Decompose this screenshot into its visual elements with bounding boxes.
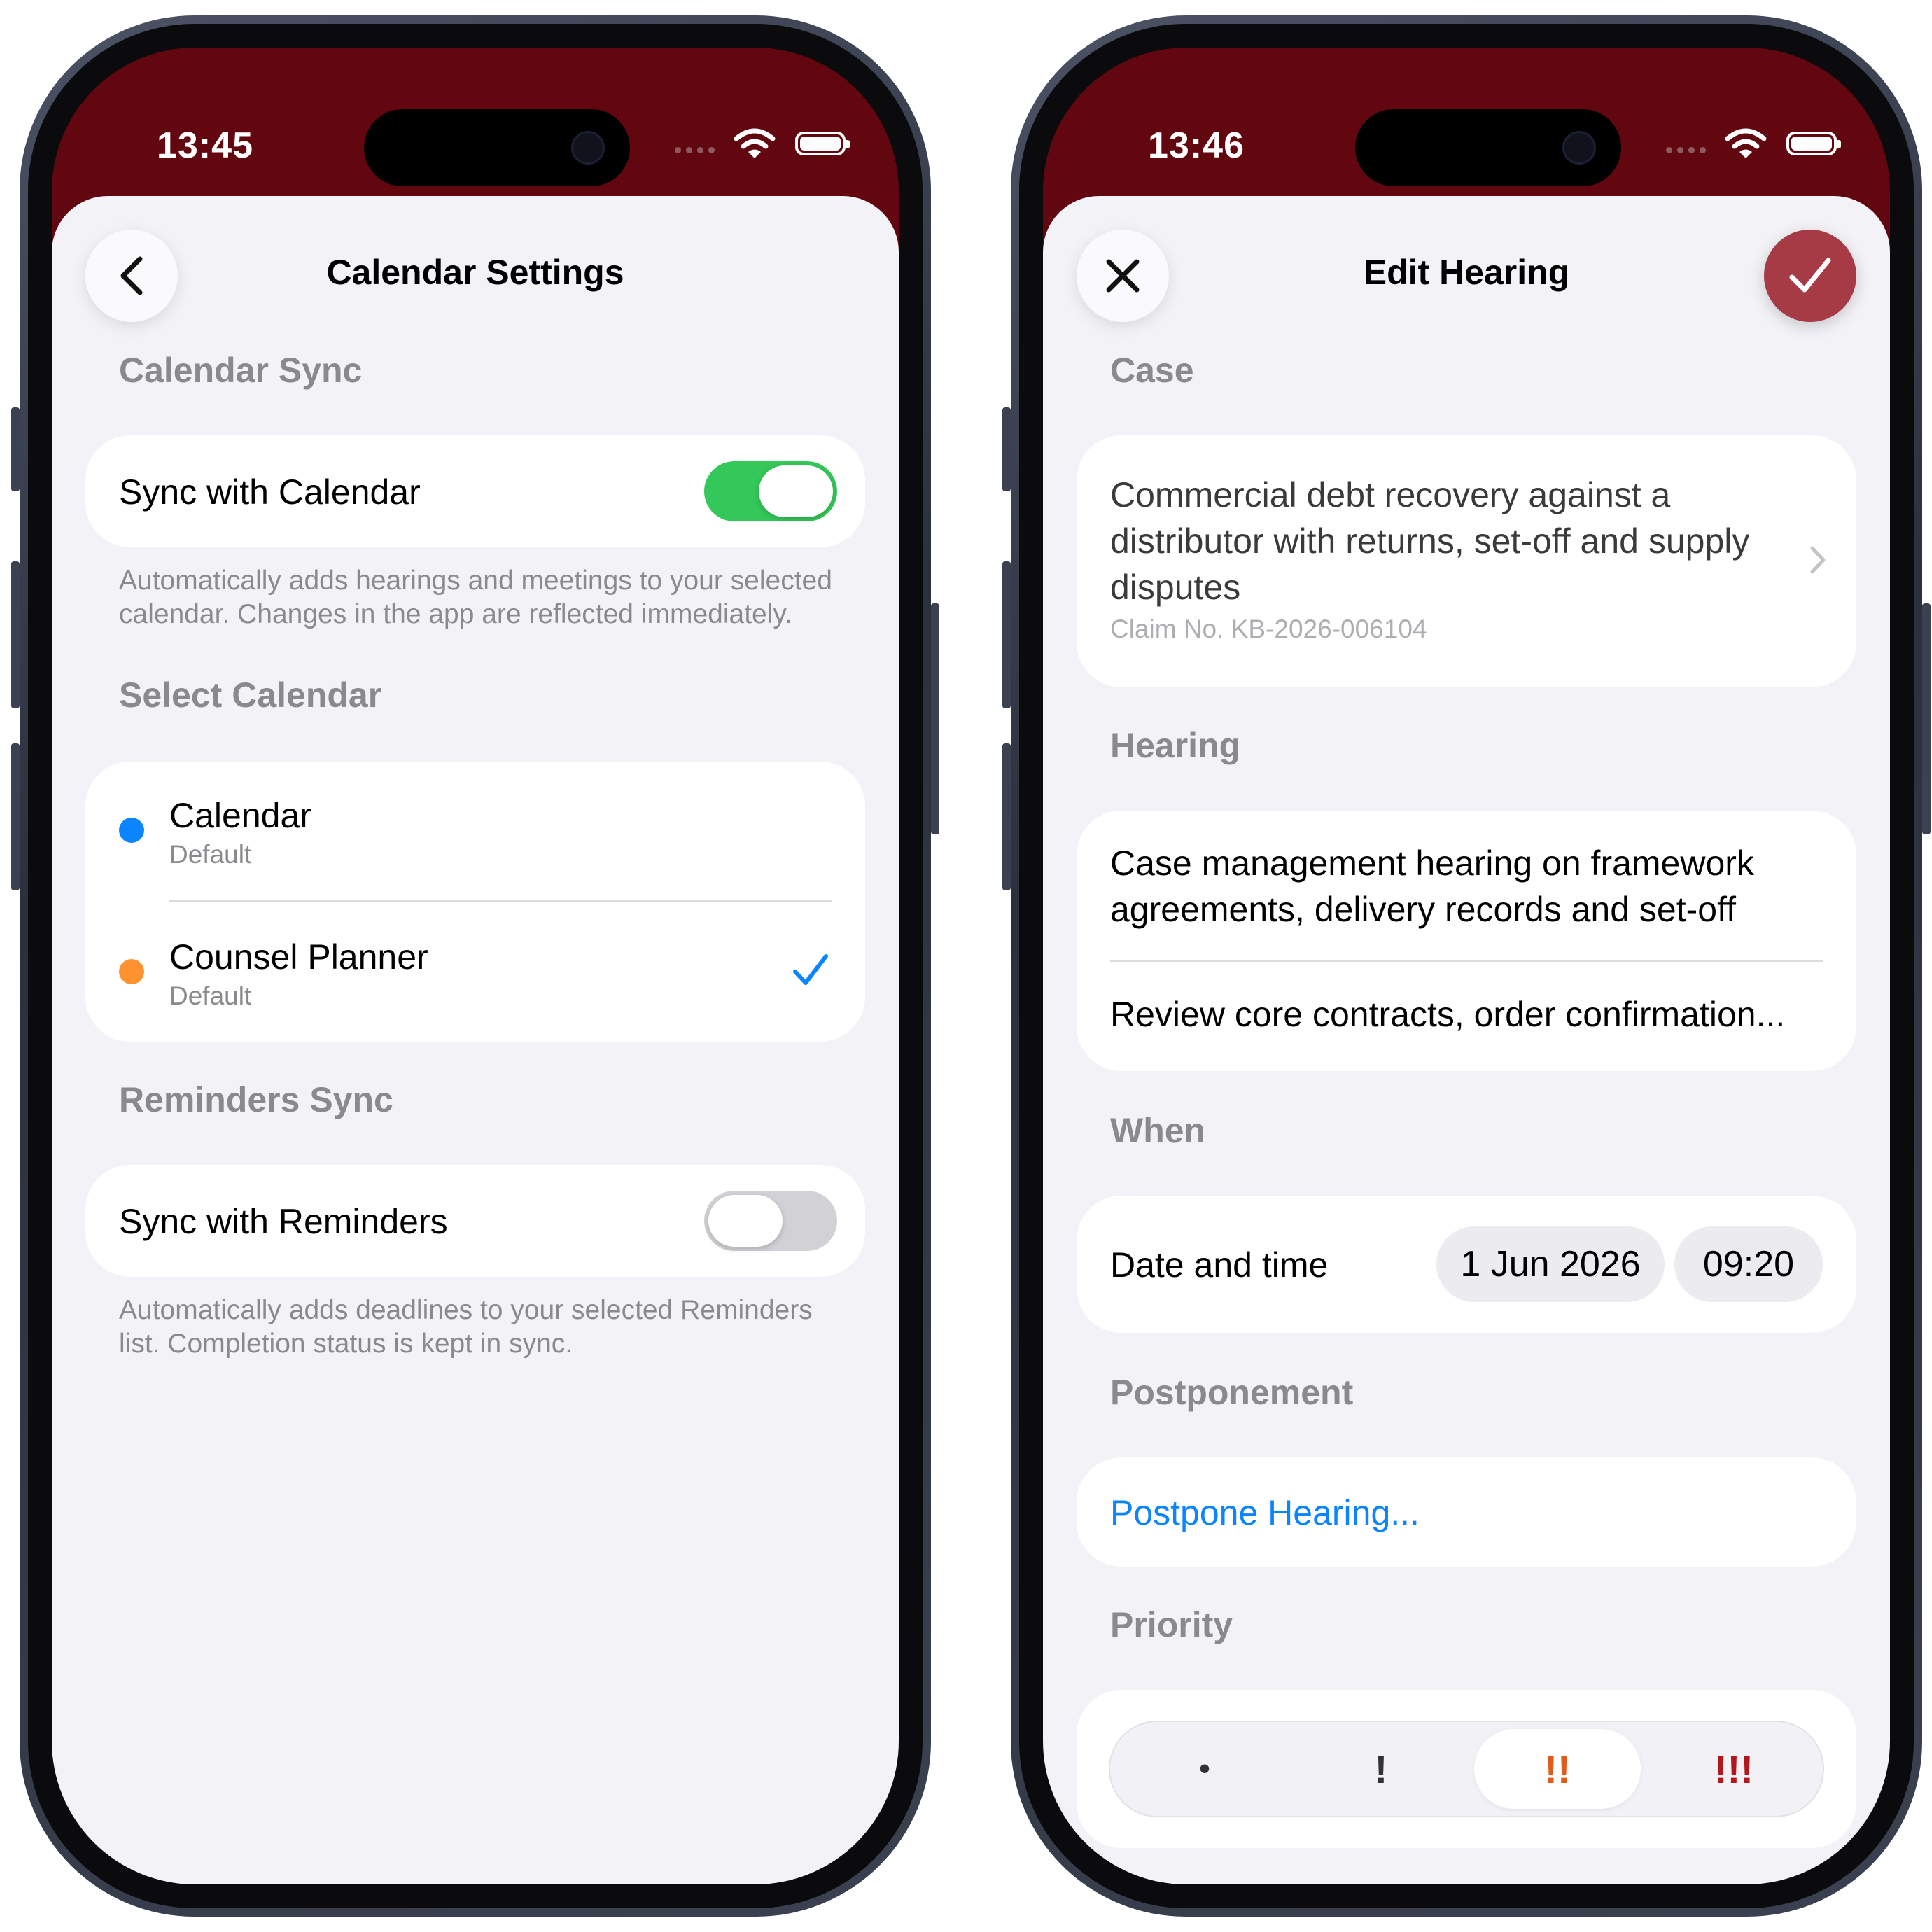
section-title-reminders-sync: Reminders Sync (119, 1080, 393, 1119)
action-button (11, 407, 20, 491)
reminders-sync-footnote: Automatically adds deadlines to your sel… (119, 1295, 813, 1359)
section-title-priority: Priority (1110, 1605, 1233, 1644)
volume-up-button (1002, 561, 1011, 708)
bezel: 13:45 Calendar Settings Calendar Sync Sy… (28, 24, 923, 1908)
action-button (1002, 407, 1011, 491)
checkmark-icon (793, 954, 828, 985)
calendar-color-dot (119, 818, 144, 843)
section-title-calendar-sync: Calendar Sync (119, 351, 363, 390)
sync-calendar-label: Sync with Calendar (119, 472, 421, 512)
priority-low[interactable]: ! (1298, 1729, 1464, 1809)
calendar-list-card: Calendar Default Counsel Planner Default (85, 762, 865, 1042)
phone-frame-left: 13:45 Calendar Settings Calendar Sync Sy… (11, 15, 939, 1917)
cellular-signal-icon (675, 147, 715, 153)
bezel: 13:46 Edit Hearing Case Commercial debt … (1019, 24, 1914, 1908)
case-title: Commercial debt recovery against a distr… (1110, 475, 1750, 607)
calendar-sync-footnote: Automatically adds hearings and meetings… (119, 566, 832, 629)
priority-high[interactable]: !!! (1651, 1729, 1817, 1809)
screen-edit-hearing: 13:46 Edit Hearing Case Commercial debt … (1043, 48, 1890, 1884)
priority-card: • ! !! !!! (1077, 1690, 1856, 1848)
power-button (931, 603, 939, 834)
calendar-item-calendar[interactable]: Calendar Default (85, 762, 865, 902)
priority-segmented-control: • ! !! !!! (1109, 1721, 1824, 1817)
edit-hearing-sheet: Edit Hearing Case Commercial debt recove… (1043, 196, 1890, 1884)
section-title-case: Case (1110, 351, 1194, 390)
calendar-subtitle: Default (169, 981, 252, 1010)
hearing-card: Case management hearing on framework agr… (1077, 811, 1856, 1071)
volume-down-button (1002, 743, 1011, 890)
case-card[interactable]: Commercial debt recovery against a distr… (1077, 435, 1856, 687)
screen-calendar-settings: 13:45 Calendar Settings Calendar Sync Sy… (52, 48, 899, 1884)
hearing-title-field[interactable]: Case management hearing on framework agr… (1110, 840, 1838, 932)
hearing-notes-field[interactable]: Review core contracts, order confirmatio… (1110, 994, 1785, 1035)
settings-sheet: Calendar Settings Calendar Sync Sync wit… (52, 196, 899, 1884)
date-picker-button[interactable]: 1 Jun 2026 (1436, 1226, 1665, 1302)
sync-reminders-toggle[interactable] (704, 1191, 837, 1251)
battery-icon (795, 132, 850, 155)
claim-number: Claim No. KB-2026-006104 (1110, 615, 1427, 643)
cellular-signal-icon (1666, 147, 1706, 153)
priority-none[interactable]: • (1121, 1729, 1288, 1809)
camera-icon (571, 131, 605, 164)
section-title-when: When (1110, 1111, 1206, 1150)
wifi-icon (1725, 128, 1767, 158)
sync-calendar-toggle[interactable] (704, 461, 837, 522)
date-time-label: Date and time (1110, 1245, 1329, 1284)
page-title: Calendar Settings (326, 253, 624, 292)
camera-icon (1562, 131, 1596, 164)
postponement-card: Postpone Hearing... (1077, 1457, 1856, 1567)
status-time: 13:45 (157, 125, 253, 166)
volume-down-button (11, 743, 20, 890)
chevron-right-icon (1810, 546, 1826, 574)
checkmark-icon (1789, 258, 1831, 293)
calendar-item-counsel-planner[interactable]: Counsel Planner Default (85, 902, 865, 1042)
calendar-subtitle: Default (169, 840, 252, 869)
calendar-name: Calendar (169, 796, 312, 835)
status-time: 13:46 (1148, 125, 1245, 166)
phone-frame-right: 13:46 Edit Hearing Case Commercial debt … (1002, 15, 1931, 1917)
section-title-hearing: Hearing (1110, 726, 1241, 765)
reminders-sync-card: Sync with Reminders (85, 1165, 865, 1277)
page-title: Edit Hearing (1363, 253, 1570, 292)
wifi-icon (734, 128, 776, 158)
dynamic-island (1355, 109, 1621, 186)
sync-reminders-label: Sync with Reminders (119, 1202, 448, 1241)
volume-up-button (11, 561, 20, 708)
dynamic-island (364, 109, 630, 186)
divider (1110, 960, 1823, 962)
postpone-hearing-button[interactable]: Postpone Hearing... (1110, 1492, 1420, 1533)
time-picker-button[interactable]: 09:20 (1674, 1226, 1823, 1302)
battery-icon (1786, 132, 1841, 155)
calendar-color-dot (119, 959, 144, 984)
calendar-name: Counsel Planner (169, 937, 428, 976)
confirm-button[interactable] (1764, 230, 1856, 322)
section-title-postponement: Postponement (1110, 1373, 1354, 1412)
section-title-select-calendar: Select Calendar (119, 676, 382, 715)
power-button (1922, 603, 1931, 834)
priority-medium[interactable]: !! (1474, 1729, 1641, 1809)
calendar-sync-card: Sync with Calendar (85, 435, 865, 547)
when-card: Date and time 1 Jun 2026 09:20 (1077, 1196, 1856, 1333)
